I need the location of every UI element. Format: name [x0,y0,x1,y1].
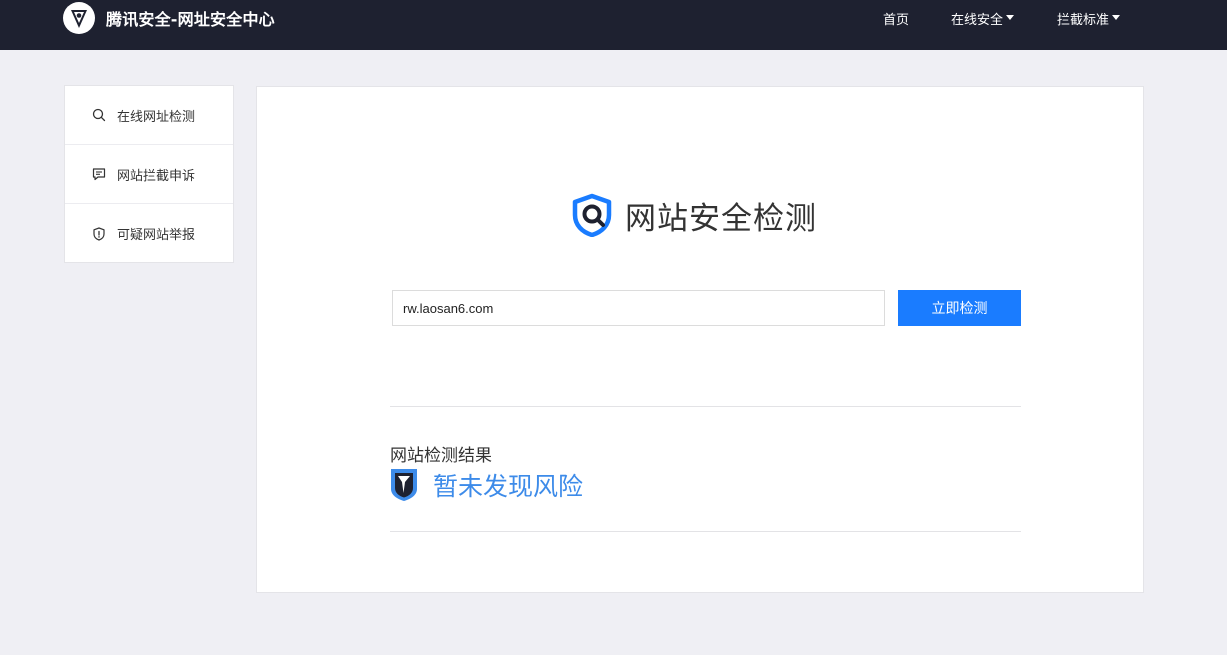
nav-home[interactable]: 首页 [883,0,909,36]
nav-block-standard[interactable]: 拦截标准 [1057,0,1121,36]
result-label: 网站检测结果 [390,446,492,466]
caret-down-icon [1112,15,1121,20]
hero-heading: 网站安全检测 [571,193,817,237]
sidebar-item-report-suspicious[interactable]: 可疑网站举报 [65,204,233,263]
shield-search-icon [572,193,612,237]
sidebar-item-label: 在线网址检测 [117,109,196,125]
tencent-security-logo-icon [63,2,95,34]
brand[interactable]: 腾讯安全-网址安全中心 [62,0,275,36]
page-title: 网站安全检测 [625,200,817,237]
url-input[interactable] [392,290,885,326]
shield-safe-icon [391,469,417,501]
sidebar-item-label: 可疑网站举报 [117,228,196,243]
sidebar-item-block-appeal[interactable]: 网站拦截申诉 [65,145,233,204]
shield-alert-icon [93,226,105,241]
result-status: 暂未发现风险 [390,468,583,502]
result-text: 暂未发现风险 [433,472,584,501]
top-navbar: 腾讯安全-网址安全中心 首页 在线安全 拦截标准 [0,0,1227,50]
check-now-button[interactable]: 立即检测 [898,290,1021,326]
sidebar-item-label: 网站拦截申诉 [117,168,196,184]
caret-down-icon [1006,15,1015,20]
nav-online-security[interactable]: 在线安全 [951,0,1015,36]
nav-block-standard-label: 拦截标准 [1057,12,1110,28]
sidebar-item-online-url-check[interactable]: 在线网址检测 [65,86,233,145]
search-icon [92,108,106,122]
sidebar: 在线网址检测 网站拦截申诉 可疑网站举报 [64,85,234,263]
brand-title: 腾讯安全-网址安全中心 [106,10,275,29]
nav-online-security-label: 在线安全 [951,12,1004,28]
chat-icon [92,168,106,181]
divider [390,406,1021,407]
nav-home-label: 首页 [883,12,910,28]
divider [390,531,1021,532]
main-panel: 网站安全检测 立即检测 网站检测结果 暂未发现风险 [256,86,1144,593]
